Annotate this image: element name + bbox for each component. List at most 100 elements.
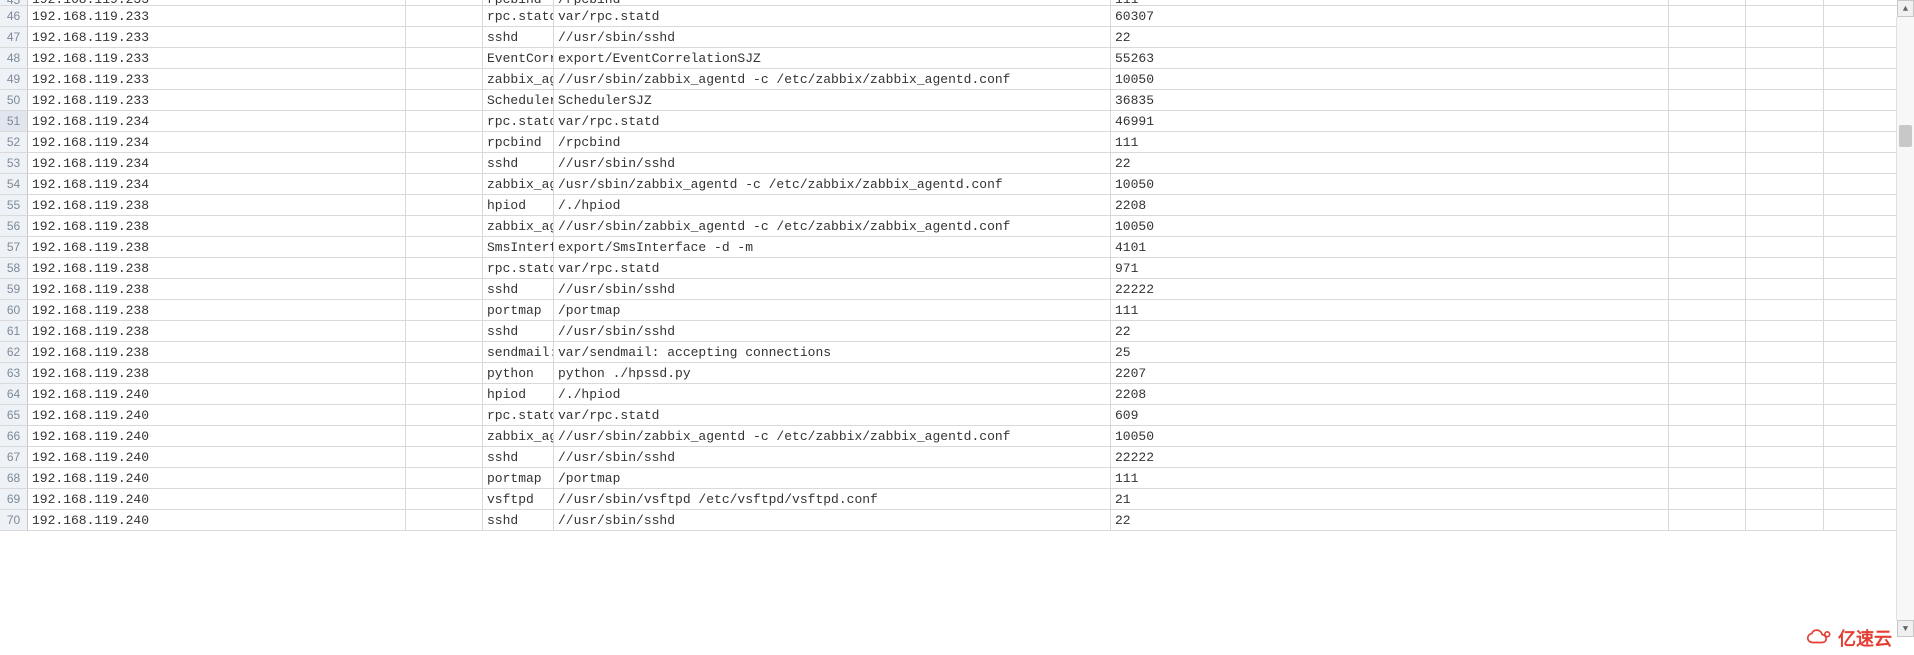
cell-empty[interactable]	[1669, 90, 1746, 111]
cell-empty[interactable]	[1746, 405, 1824, 426]
cell-path[interactable]: //usr/sbin/zabbix_agentd -c /etc/zabbix/…	[554, 69, 1111, 90]
cell-path[interactable]: var/rpc.statd	[554, 258, 1111, 279]
cell-empty[interactable]	[406, 279, 483, 300]
cell-empty[interactable]	[1669, 426, 1746, 447]
cell-port[interactable]: 22222	[1111, 279, 1669, 300]
cell-empty[interactable]	[406, 27, 483, 48]
cell-empty[interactable]	[1669, 111, 1746, 132]
cell-empty[interactable]	[1669, 132, 1746, 153]
row-number[interactable]: 60	[0, 300, 28, 321]
cell-empty[interactable]	[1669, 468, 1746, 489]
cell-path[interactable]: /portmap	[554, 300, 1111, 321]
cell-empty[interactable]	[1746, 426, 1824, 447]
row-number[interactable]: 55	[0, 195, 28, 216]
cell-empty[interactable]	[406, 426, 483, 447]
cell-process[interactable]: vsftpd	[483, 489, 554, 510]
cell-port[interactable]: 22	[1111, 510, 1669, 531]
cell-process[interactable]: rpc.statd	[483, 405, 554, 426]
cell-ip[interactable]: 192.168.119.238	[28, 342, 406, 363]
cell-empty[interactable]	[1746, 447, 1824, 468]
scroll-up-button[interactable]: ▲	[1897, 0, 1914, 17]
cell-process[interactable]: rpc.statd	[483, 258, 554, 279]
cell-port[interactable]: 36835	[1111, 90, 1669, 111]
cell-empty[interactable]	[1669, 195, 1746, 216]
cell-ip[interactable]: 192.168.119.234	[28, 111, 406, 132]
cell-ip[interactable]: 192.168.119.238	[28, 300, 406, 321]
cell-empty[interactable]	[406, 258, 483, 279]
row-number[interactable]: 66	[0, 426, 28, 447]
cell-empty[interactable]	[406, 237, 483, 258]
cell-process[interactable]: zabbix_agentd	[483, 426, 554, 447]
cell-empty[interactable]	[1669, 153, 1746, 174]
cell-empty[interactable]	[406, 447, 483, 468]
cell-ip[interactable]: 192.168.119.233	[28, 48, 406, 69]
cell-process[interactable]: hpiod	[483, 195, 554, 216]
cell-process[interactable]: sshd	[483, 153, 554, 174]
cell-process[interactable]: EventCorrelat	[483, 48, 554, 69]
cell-empty[interactable]	[1746, 237, 1824, 258]
row-number[interactable]: 57	[0, 237, 28, 258]
cell-empty[interactable]	[1669, 384, 1746, 405]
cell-path[interactable]: python ./hpssd.py	[554, 363, 1111, 384]
cell-empty[interactable]	[406, 510, 483, 531]
cell-ip[interactable]: 192.168.119.240	[28, 510, 406, 531]
cell-process[interactable]: zabbix_agentd	[483, 69, 554, 90]
cell-path[interactable]: var/sendmail: accepting connections	[554, 342, 1111, 363]
cell-empty[interactable]	[406, 111, 483, 132]
cell-path[interactable]: //usr/sbin/sshd	[554, 153, 1111, 174]
cell-empty[interactable]	[406, 342, 483, 363]
cell-empty[interactable]	[1746, 69, 1824, 90]
cell-port[interactable]: 10050	[1111, 69, 1669, 90]
scroll-down-button[interactable]: ▼	[1897, 620, 1914, 637]
cell-process[interactable]: sshd	[483, 321, 554, 342]
cell-empty[interactable]	[1746, 300, 1824, 321]
cell-port[interactable]: 22	[1111, 153, 1669, 174]
cell-path[interactable]: export/SmsInterface -d -m	[554, 237, 1111, 258]
cell-empty[interactable]	[1669, 405, 1746, 426]
cell-empty[interactable]	[406, 363, 483, 384]
cell-process[interactable]: rpc.statd	[483, 111, 554, 132]
row-number[interactable]: 64	[0, 384, 28, 405]
cell-process[interactable]: sshd	[483, 27, 554, 48]
row-number[interactable]: 46	[0, 6, 28, 27]
cell-ip[interactable]: 192.168.119.233	[28, 6, 406, 27]
cell-empty[interactable]	[1669, 489, 1746, 510]
row-number[interactable]: 65	[0, 405, 28, 426]
cell-empty[interactable]	[406, 384, 483, 405]
cell-port[interactable]: 111	[1111, 468, 1669, 489]
cell-empty[interactable]	[406, 69, 483, 90]
cell-path[interactable]: var/rpc.statd	[554, 6, 1111, 27]
row-number[interactable]: 68	[0, 468, 28, 489]
cell-port[interactable]: 10050	[1111, 426, 1669, 447]
vertical-scrollbar-thumb[interactable]	[1899, 125, 1912, 147]
cell-ip[interactable]: 192.168.119.238	[28, 279, 406, 300]
cell-ip[interactable]: 192.168.119.238	[28, 195, 406, 216]
cell-empty[interactable]	[406, 153, 483, 174]
cell-port[interactable]: 609	[1111, 405, 1669, 426]
cell-empty[interactable]	[1669, 363, 1746, 384]
cell-empty[interactable]	[1746, 489, 1824, 510]
cell-empty[interactable]	[1746, 6, 1824, 27]
cell-empty[interactable]	[1746, 174, 1824, 195]
row-number[interactable]: 70	[0, 510, 28, 531]
cell-path[interactable]: /./hpiod	[554, 195, 1111, 216]
vertical-scrollbar-track[interactable]	[1896, 17, 1914, 620]
cell-path[interactable]: //usr/sbin/sshd	[554, 510, 1111, 531]
cell-path[interactable]: //usr/sbin/sshd	[554, 321, 1111, 342]
cell-empty[interactable]	[1746, 279, 1824, 300]
row-number[interactable]: 50	[0, 90, 28, 111]
cell-ip[interactable]: 192.168.119.240	[28, 405, 406, 426]
cell-port[interactable]: 25	[1111, 342, 1669, 363]
cell-process[interactable]: sshd	[483, 510, 554, 531]
cell-empty[interactable]	[406, 489, 483, 510]
row-number[interactable]: 52	[0, 132, 28, 153]
cell-process[interactable]: portmap	[483, 468, 554, 489]
cell-process[interactable]: SchedulerSJZ	[483, 90, 554, 111]
cell-path[interactable]: export/EventCorrelationSJZ	[554, 48, 1111, 69]
cell-port[interactable]: 971	[1111, 258, 1669, 279]
cell-empty[interactable]	[1669, 6, 1746, 27]
cell-port[interactable]: 4101	[1111, 237, 1669, 258]
cell-empty[interactable]	[1669, 300, 1746, 321]
cell-port[interactable]: 111	[1111, 132, 1669, 153]
cell-ip[interactable]: 192.168.119.240	[28, 447, 406, 468]
